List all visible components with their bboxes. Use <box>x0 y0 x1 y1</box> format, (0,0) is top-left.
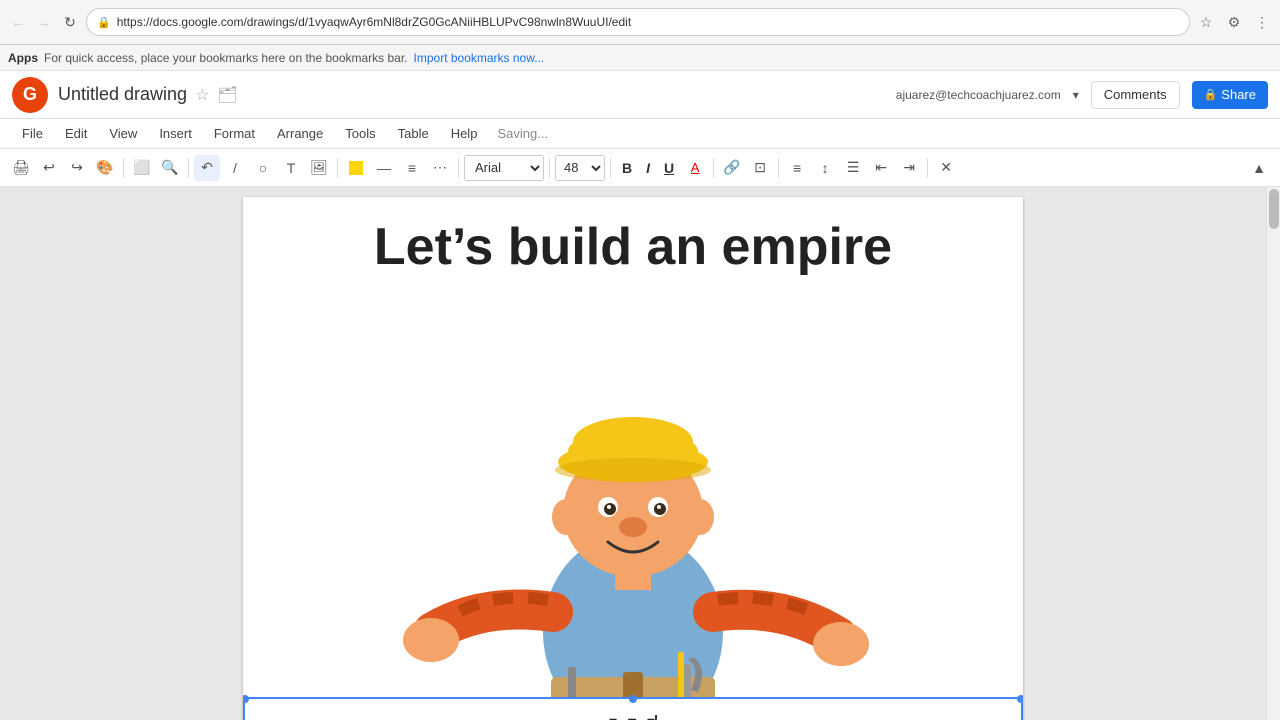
browser-chrome: ← → ↻ 🔒 https://docs.google.com/drawings… <box>0 0 1280 45</box>
separator-9 <box>927 158 928 178</box>
separator-5 <box>549 158 550 178</box>
scrollbar-vertical[interactable] <box>1266 187 1280 720</box>
url-text: https://docs.google.com/drawings/d/1vyaq… <box>117 15 631 29</box>
line-color-button[interactable]: — <box>371 155 397 181</box>
reload-button[interactable]: ↻ <box>60 12 80 32</box>
zoom-button[interactable]: 🔍 <box>157 155 183 181</box>
comments-button[interactable]: Comments <box>1091 81 1180 109</box>
canvas-title: Let’s build an empire <box>243 217 1023 277</box>
text-box-selected[interactable]: W <box>243 697 1023 720</box>
line-tool[interactable]: / <box>222 155 248 181</box>
line-weight-button[interactable]: ≡ <box>399 155 425 181</box>
handle-tr[interactable] <box>1017 695 1023 703</box>
fill-color-button[interactable] <box>343 155 369 181</box>
menu-help[interactable]: Help <box>441 122 488 145</box>
move-to-folder-icon[interactable]: 🗂 <box>217 85 237 105</box>
drawing-canvas[interactable]: Let’s build an empire <box>243 197 1023 720</box>
separator-7 <box>713 158 714 178</box>
canvas-title-text: Let’s build an empire <box>374 218 892 276</box>
menu-table[interactable]: Table <box>388 122 439 145</box>
separator-4 <box>458 158 459 178</box>
alt-text-button[interactable]: ⊡ <box>747 155 773 181</box>
select-tool[interactable]: ↶ <box>194 155 220 181</box>
import-bookmarks-link[interactable]: Import bookmarks now... <box>414 51 545 65</box>
text-box-content[interactable]: W <box>609 709 656 720</box>
app-logo: G <box>12 77 48 113</box>
back-button[interactable]: ← <box>8 12 28 32</box>
separator-8 <box>778 158 779 178</box>
align-button[interactable]: ≡ <box>784 155 810 181</box>
paint-format-button[interactable]: 🎨 <box>92 155 118 181</box>
separator-2 <box>188 158 189 178</box>
canvas-area[interactable]: Let’s build an empire <box>0 187 1266 720</box>
share-button[interactable]: 🔒 Share <box>1192 81 1268 109</box>
menu-bar: File Edit View Insert Format Arrange Too… <box>0 119 1280 149</box>
dropdown-arrow-icon[interactable]: ▾ <box>1073 88 1079 102</box>
textbox-tool[interactable]: T <box>278 155 304 181</box>
text-cursor <box>655 715 657 720</box>
underline-button[interactable]: U <box>658 155 680 181</box>
document-title[interactable]: Untitled drawing <box>58 84 187 105</box>
clear-format-button[interactable]: ✕ <box>933 155 959 181</box>
font-family-select[interactable]: Arial <box>464 155 544 181</box>
menu-insert[interactable]: Insert <box>149 122 202 145</box>
apps-link[interactable]: Apps <box>8 51 38 65</box>
separator-3 <box>337 158 338 178</box>
font-size-select[interactable]: 48 <box>555 155 605 181</box>
indent-decrease-button[interactable]: ⇤ <box>868 155 894 181</box>
italic-button[interactable]: I <box>640 155 656 181</box>
shape-tool[interactable]: ○ <box>250 155 276 181</box>
text-color-button[interactable]: A <box>682 155 708 181</box>
handle-tl[interactable] <box>243 695 249 703</box>
logo-letter: G <box>23 84 37 105</box>
redo-button[interactable]: ↪ <box>64 155 90 181</box>
bob-builder-svg <box>383 322 883 720</box>
scroll-thumb[interactable] <box>1269 189 1279 229</box>
indent-increase-button[interactable]: ⇥ <box>896 155 922 181</box>
menu-browser-icon[interactable]: ⋮ <box>1252 12 1272 32</box>
star-browser-icon[interactable]: ☆ <box>1196 12 1216 32</box>
bookmarks-bar: Apps For quick access, place your bookma… <box>0 45 1280 71</box>
header-right: ajuarez@techcoachjuarez.com ▾ Comments 🔒… <box>896 81 1268 109</box>
main-area: Let’s build an empire <box>0 187 1280 720</box>
saving-status: Saving... <box>497 126 548 141</box>
undo-button[interactable]: ↩ <box>36 155 62 181</box>
share-label: Share <box>1221 87 1256 102</box>
separator-1 <box>123 158 124 178</box>
bookmark-hint-text: For quick access, place your bookmarks h… <box>44 51 408 65</box>
line-spacing-button[interactable]: ↕ <box>812 155 838 181</box>
toolbar: 🖨 ↩ ↪ 🎨 ⬜ 🔍 ↶ / ○ T 🖼 — ≡ ⋯ Arial 48 B I… <box>0 149 1280 187</box>
bold-button[interactable]: B <box>616 155 638 181</box>
menu-view[interactable]: View <box>99 122 147 145</box>
secure-icon: 🔒 <box>97 16 111 29</box>
image-tool[interactable]: 🖼 <box>306 155 332 181</box>
text-box-text: W <box>609 710 654 720</box>
menu-tools[interactable]: Tools <box>335 122 385 145</box>
link-button[interactable]: 🔗 <box>719 155 745 181</box>
user-email[interactable]: ajuarez@techcoachjuarez.com <box>896 88 1061 102</box>
forward-button[interactable]: → <box>34 12 54 32</box>
lock-icon: 🔒 <box>1204 88 1218 101</box>
menu-arrange[interactable]: Arrange <box>267 122 333 145</box>
url-bar[interactable]: 🔒 https://docs.google.com/drawings/d/1vy… <box>86 8 1190 36</box>
line-dash-button[interactable]: ⋯ <box>427 155 453 181</box>
separator-6 <box>610 158 611 178</box>
favorite-icon[interactable]: ☆ <box>195 85 209 105</box>
browser-actions: ☆ ⚙ ⋮ <box>1196 12 1272 32</box>
app-header: G Untitled drawing ☆ 🗂 ajuarez@techcoach… <box>0 71 1280 119</box>
menu-format[interactable]: Format <box>204 122 265 145</box>
canvas-image <box>243 297 1023 720</box>
collapse-toolbar-button[interactable]: ▲ <box>1246 155 1272 181</box>
fill-color-swatch <box>349 161 363 175</box>
extensions-icon[interactable]: ⚙ <box>1224 12 1244 32</box>
menu-file[interactable]: File <box>12 122 53 145</box>
zoom-out-button[interactable]: ⬜ <box>129 155 155 181</box>
menu-edit[interactable]: Edit <box>55 122 97 145</box>
list-button[interactable]: ☰ <box>840 155 866 181</box>
title-area: Untitled drawing ☆ 🗂 <box>58 84 886 105</box>
print-button[interactable]: 🖨 <box>8 155 34 181</box>
handle-tc[interactable] <box>629 695 637 703</box>
